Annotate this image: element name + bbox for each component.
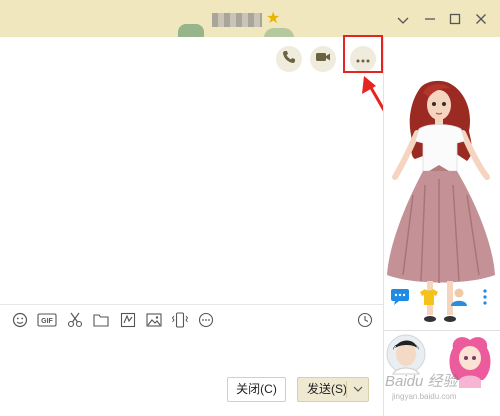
watermark: Baidu 经验 <box>385 373 458 390</box>
vibrate-icon[interactable] <box>171 311 189 329</box>
more-vertical-icon[interactable] <box>474 286 496 308</box>
smiley-icon[interactable] <box>11 311 29 329</box>
chevron-down-icon[interactable] <box>353 378 363 408</box>
doodle-icon[interactable] <box>119 311 137 329</box>
folder-icon[interactable] <box>92 311 110 329</box>
tshirt-icon[interactable] <box>418 286 440 308</box>
close-button[interactable]: 关闭(C) <box>227 377 286 402</box>
image-icon[interactable] <box>145 311 163 329</box>
svg-text:GIF: GIF <box>41 318 53 325</box>
input-divider <box>0 304 383 305</box>
clock-icon[interactable] <box>356 311 374 329</box>
watermark-url: jingyan.baidu.com <box>392 392 457 401</box>
chat-window: ★ Baidu 经验 jingyan.baidu.com GIF 关闭(C) 发… <box>0 0 500 416</box>
panel-divider <box>383 330 500 331</box>
scissors-icon[interactable] <box>66 311 84 329</box>
message-input[interactable] <box>0 334 383 374</box>
ellipsis-icon[interactable] <box>197 311 215 329</box>
chat-bubble-icon[interactable] <box>389 286 411 308</box>
send-button-label: 发送(S) <box>307 382 347 396</box>
gif-icon[interactable]: GIF <box>36 311 58 329</box>
avatar-icon[interactable] <box>448 286 470 308</box>
send-button-divider <box>346 381 347 398</box>
send-button[interactable]: 发送(S) <box>297 377 369 402</box>
